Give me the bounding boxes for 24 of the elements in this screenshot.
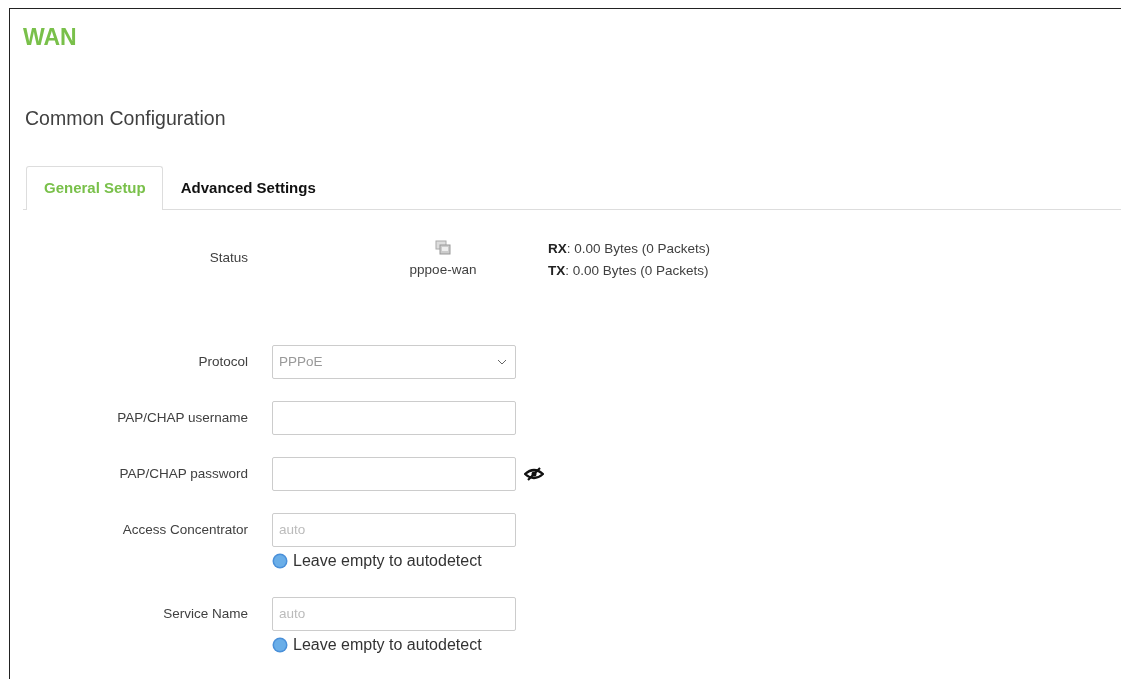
page-title: WAN [23, 23, 78, 52]
text-field[interactable]: auto [272, 512, 516, 547]
tab[interactable]: Advanced Settings [162, 166, 333, 210]
tab[interactable]: General Setup [26, 166, 163, 210]
section-title: Common Configuration [25, 106, 227, 131]
help-text: Leave empty to autodetect [293, 634, 482, 655]
field-label: PAP/CHAP password [118, 464, 248, 483]
device-name: pppoe-wan [409, 260, 477, 279]
hidden-eye-icon[interactable] [524, 466, 544, 481]
text-field[interactable]: auto [272, 596, 516, 631]
field-label: PAP/CHAP username [116, 408, 248, 427]
network-device-icon [435, 239, 451, 256]
field-label: Protocol [197, 352, 248, 371]
help-icon [272, 636, 288, 653]
text-field[interactable] [272, 400, 516, 435]
help-icon [272, 552, 288, 569]
field-label: Service Name [162, 604, 248, 623]
field-label: Access Concentrator [121, 520, 248, 539]
protocol-select[interactable]: PPPoE [272, 344, 516, 379]
help-text: Leave empty to autodetect [293, 550, 482, 571]
status-label: Status [208, 248, 248, 267]
rx-stats: RX: 0.00 Bytes (0 Packets) [548, 239, 711, 258]
tx-stats: TX: 0.00 Bytes (0 Packets) [548, 261, 710, 280]
password-field[interactable] [272, 456, 516, 491]
